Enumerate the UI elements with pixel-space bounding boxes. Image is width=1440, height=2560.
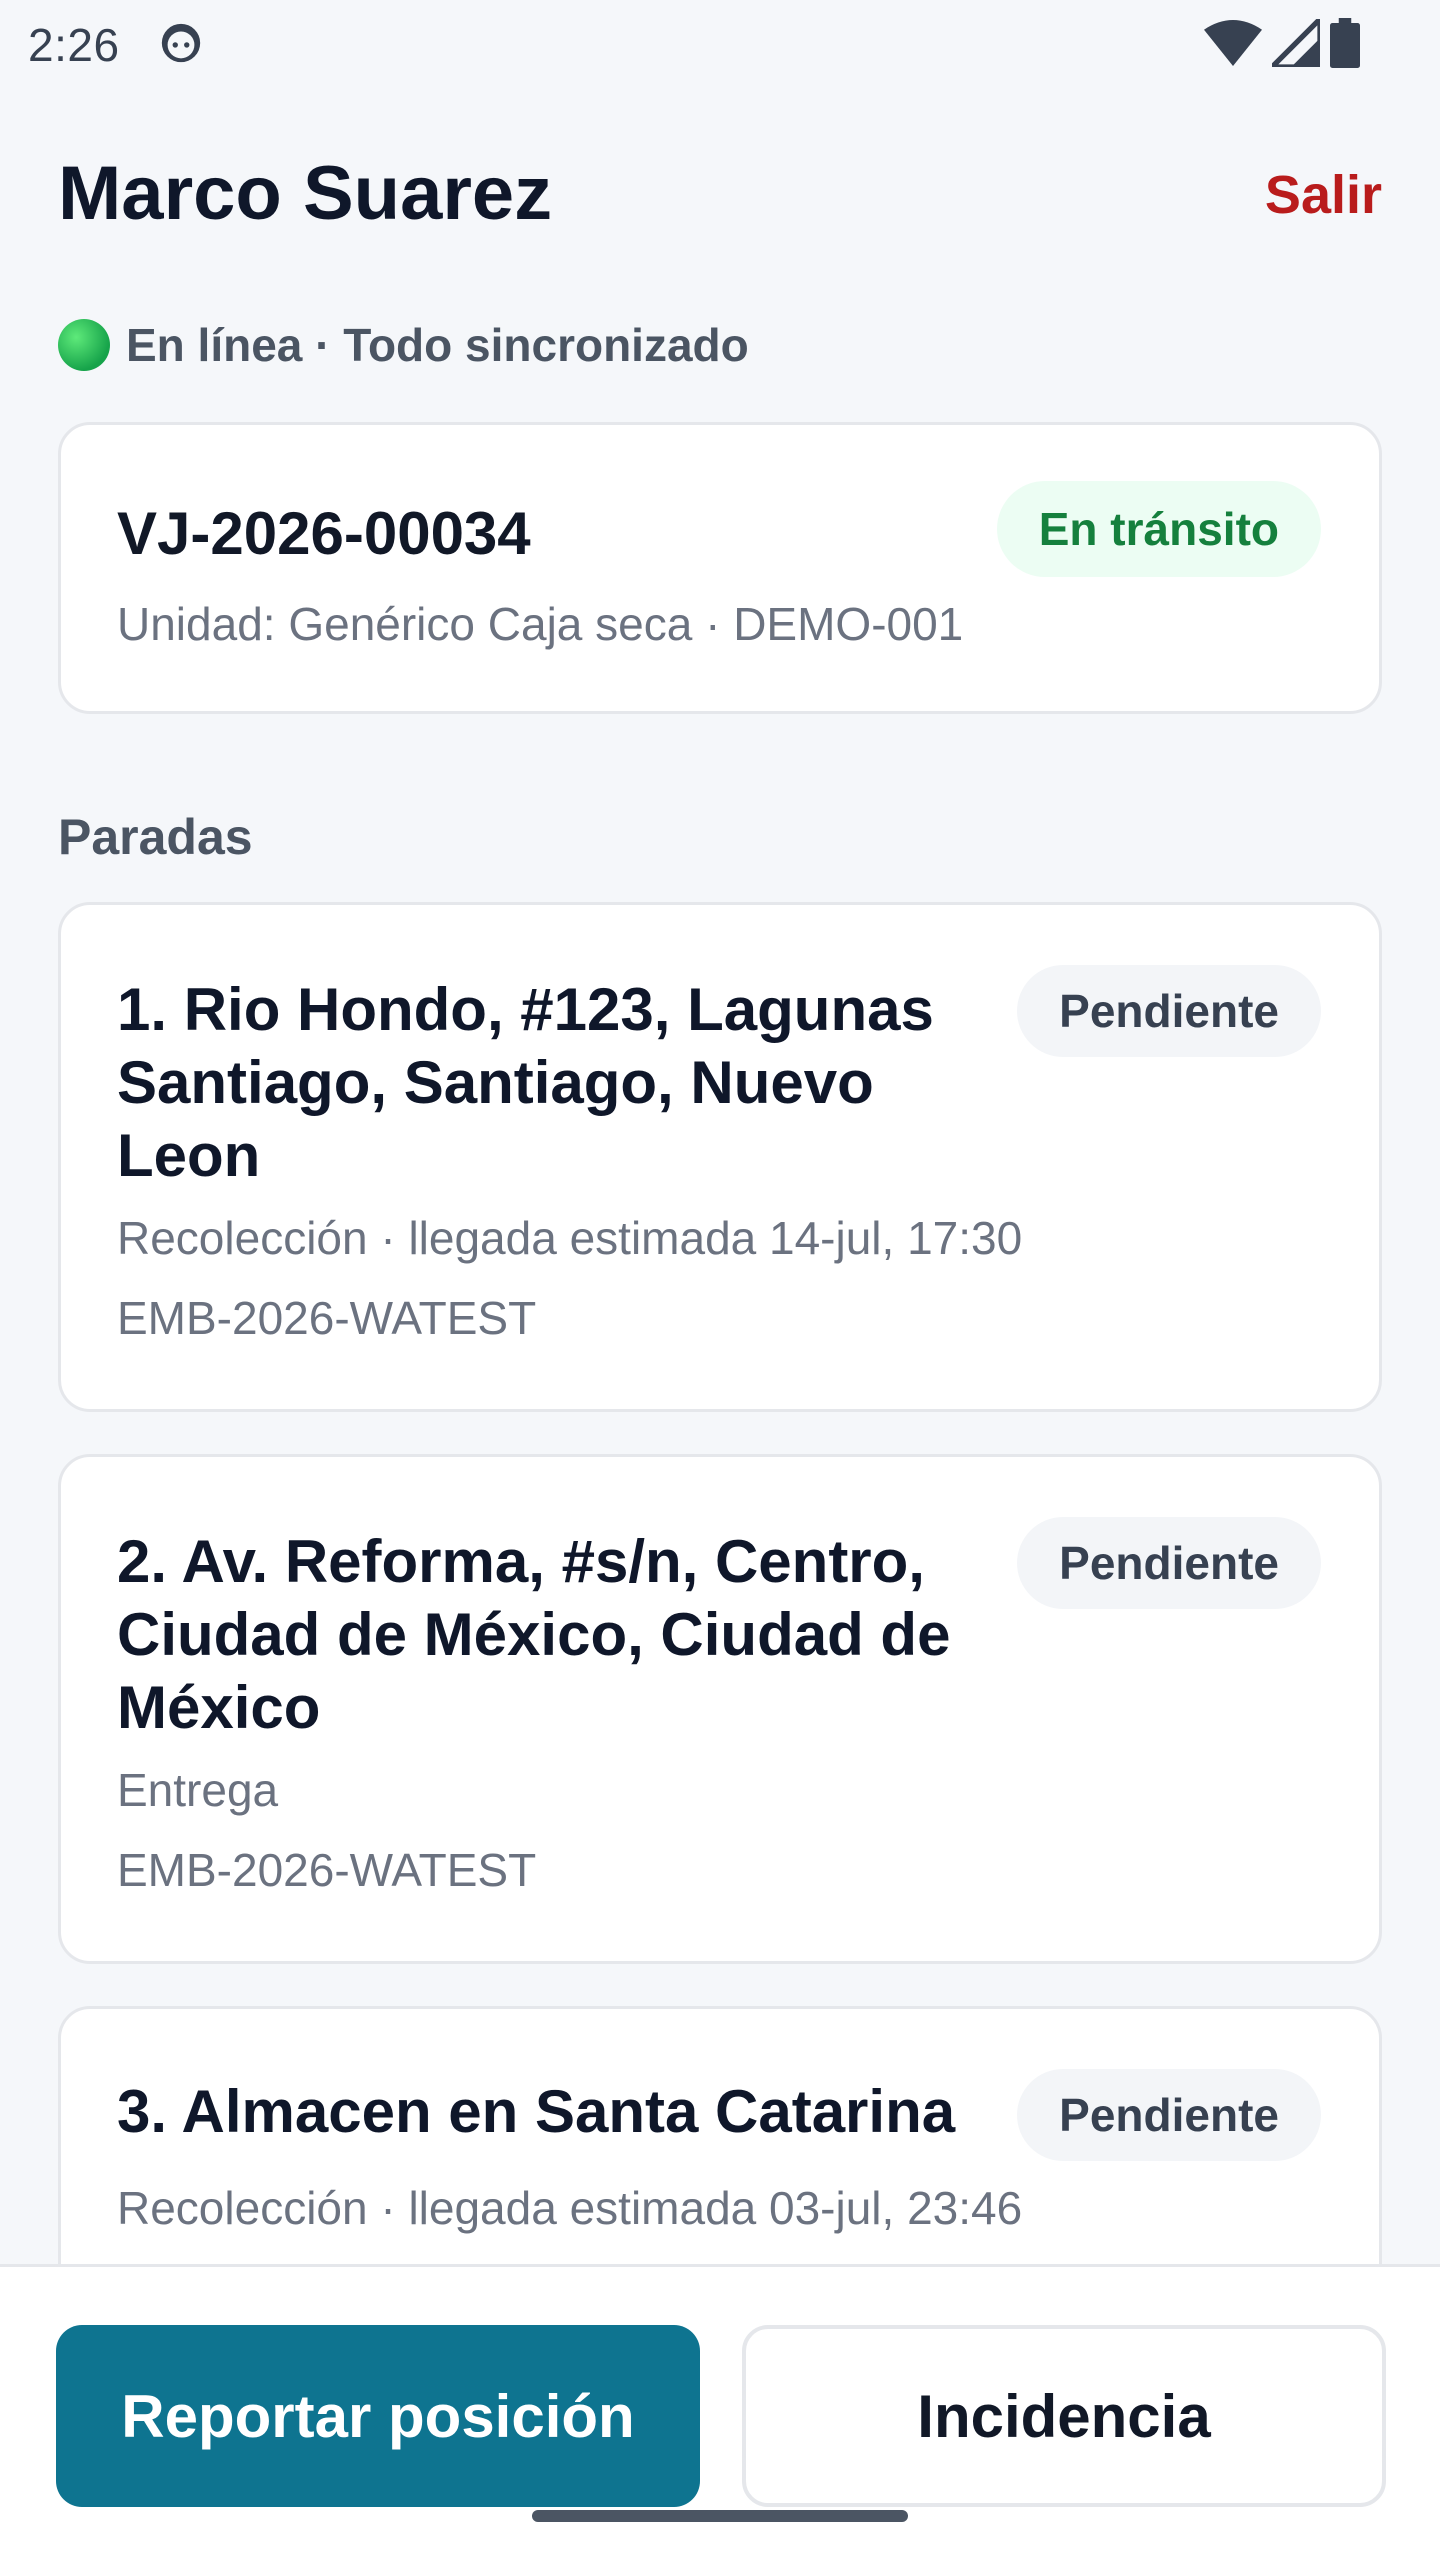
stop-title: 1. Rio Hondo, #123, Lagunas Santiago, Sa… <box>117 976 934 1189</box>
trip-status-badge: En tránsito <box>996 481 1321 577</box>
app-header: Marco Suarez Salir <box>58 150 1382 250</box>
stops-section-title: Paradas <box>58 809 253 865</box>
sync-status: En línea · Todo sincronizado <box>58 318 749 372</box>
status-time: 2:26 <box>28 19 120 71</box>
trip-code: VJ-2026-00034 <box>117 500 531 567</box>
home-indicator[interactable] <box>532 2510 908 2522</box>
stop-meta: Recolección · llegada estimada 03-jul, 2… <box>117 2182 1023 2234</box>
driver-name: Marco Suarez <box>58 151 553 236</box>
app-screen: 2:26 Marco Suarez Salir En línea · Todo … <box>0 0 1440 2560</box>
status-bar: 2:26 <box>0 0 1440 90</box>
incident-button[interactable]: Incidencia <box>742 2325 1386 2507</box>
online-status-icon <box>58 319 110 371</box>
status-icons <box>1204 18 1360 68</box>
stop-meta: Recolección · llegada estimada 14-jul, 1… <box>117 1212 1023 1264</box>
stop-meta: Entrega <box>117 1764 279 1816</box>
wifi-icon <box>1204 20 1262 66</box>
stop-card[interactable]: 2. Av. Reforma, #s/n, Centro, Ciudad de … <box>58 1454 1382 1964</box>
report-position-button[interactable]: Reportar posición <box>56 2325 700 2507</box>
stop-status-badge: Pendiente <box>1017 2069 1321 2161</box>
trip-unit: Unidad: Genérico Caja seca · DEMO-001 <box>117 598 964 650</box>
sync-status-text: En línea · Todo sincronizado <box>126 319 749 371</box>
trip-card[interactable]: VJ-2026-00034 Unidad: Genérico Caja seca… <box>58 422 1382 714</box>
signal-icon <box>1272 19 1320 67</box>
stop-shipment: EMB-2026-WATEST <box>117 1844 537 1896</box>
stop-status-badge: Pendiente <box>1017 1517 1321 1609</box>
stop-card[interactable]: 1. Rio Hondo, #123, Lagunas Santiago, Sa… <box>58 902 1382 1412</box>
stop-shipment: EMB-2026-WATEST <box>117 1292 537 1344</box>
stop-title: 2. Av. Reforma, #s/n, Centro, Ciudad de … <box>117 1528 951 1741</box>
android-face-icon <box>161 23 201 63</box>
stop-status-badge: Pendiente <box>1017 965 1321 1057</box>
battery-icon <box>1330 18 1360 68</box>
stop-title: 3. Almacen en Santa Catarina <box>117 2078 956 2145</box>
logout-button[interactable]: Salir <box>1265 164 1382 226</box>
